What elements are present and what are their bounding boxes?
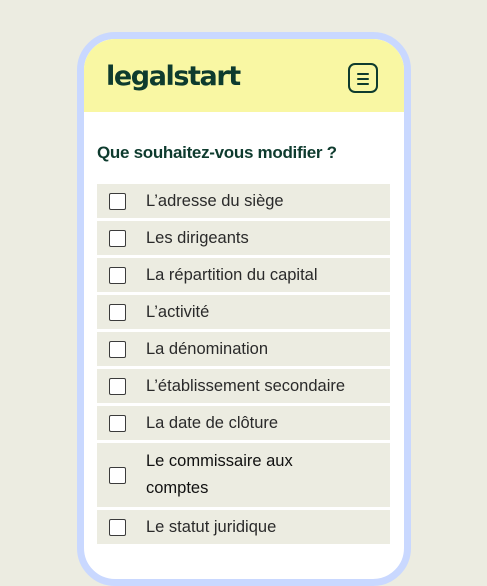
menu-line <box>357 73 369 75</box>
option-date-cloture[interactable]: La date de clôture <box>97 406 390 440</box>
option-statut-juridique[interactable]: Le statut juridique <box>97 510 390 544</box>
option-adresse-siege[interactable]: L’adresse du siège <box>97 184 390 218</box>
option-repartition-capital[interactable]: La répartition du capital <box>97 258 390 292</box>
checkbox[interactable] <box>109 303 126 321</box>
checkbox[interactable] <box>109 266 126 284</box>
options-list: L’adresse du siège Les dirigeants La rép… <box>97 184 390 547</box>
checkbox[interactable] <box>109 466 126 484</box>
checkbox[interactable] <box>109 229 126 247</box>
option-label: Le commissaire aux comptes <box>146 452 293 497</box>
app-header: legalstart <box>84 39 404 112</box>
checkbox[interactable] <box>109 377 126 395</box>
option-label: La répartition du capital <box>146 265 318 284</box>
option-label: La dénomination <box>146 339 269 358</box>
menu-line <box>357 78 369 80</box>
option-label: La date de clôture <box>146 413 279 432</box>
option-denomination[interactable]: La dénomination <box>97 332 390 366</box>
option-label: L’activité <box>146 302 210 321</box>
checkbox[interactable] <box>109 518 126 536</box>
option-label: Les dirigeants <box>146 228 249 247</box>
option-commissaire-comptes[interactable]: Le commissaire aux comptes <box>97 443 390 507</box>
option-activite[interactable]: L’activité <box>97 295 390 329</box>
option-dirigeants[interactable]: Les dirigeants <box>97 221 390 255</box>
checkbox[interactable] <box>109 414 126 432</box>
checkbox[interactable] <box>109 340 126 358</box>
question-heading: Que souhaitez-vous modifier ? <box>97 143 337 162</box>
option-etablissement-secondaire[interactable]: L’établissement secondaire <box>97 369 390 403</box>
phone-frame: legalstart Que souhaitez-vous modifier ?… <box>77 32 411 586</box>
option-label: L’adresse du siège <box>146 191 284 210</box>
option-label: Le statut juridique <box>146 517 277 536</box>
checkbox[interactable] <box>109 192 126 210</box>
menu-line <box>357 83 369 85</box>
option-label: L’établissement secondaire <box>146 376 346 395</box>
hamburger-menu-icon[interactable] <box>348 63 378 93</box>
legalstart-logo[interactable]: legalstart <box>106 63 241 90</box>
